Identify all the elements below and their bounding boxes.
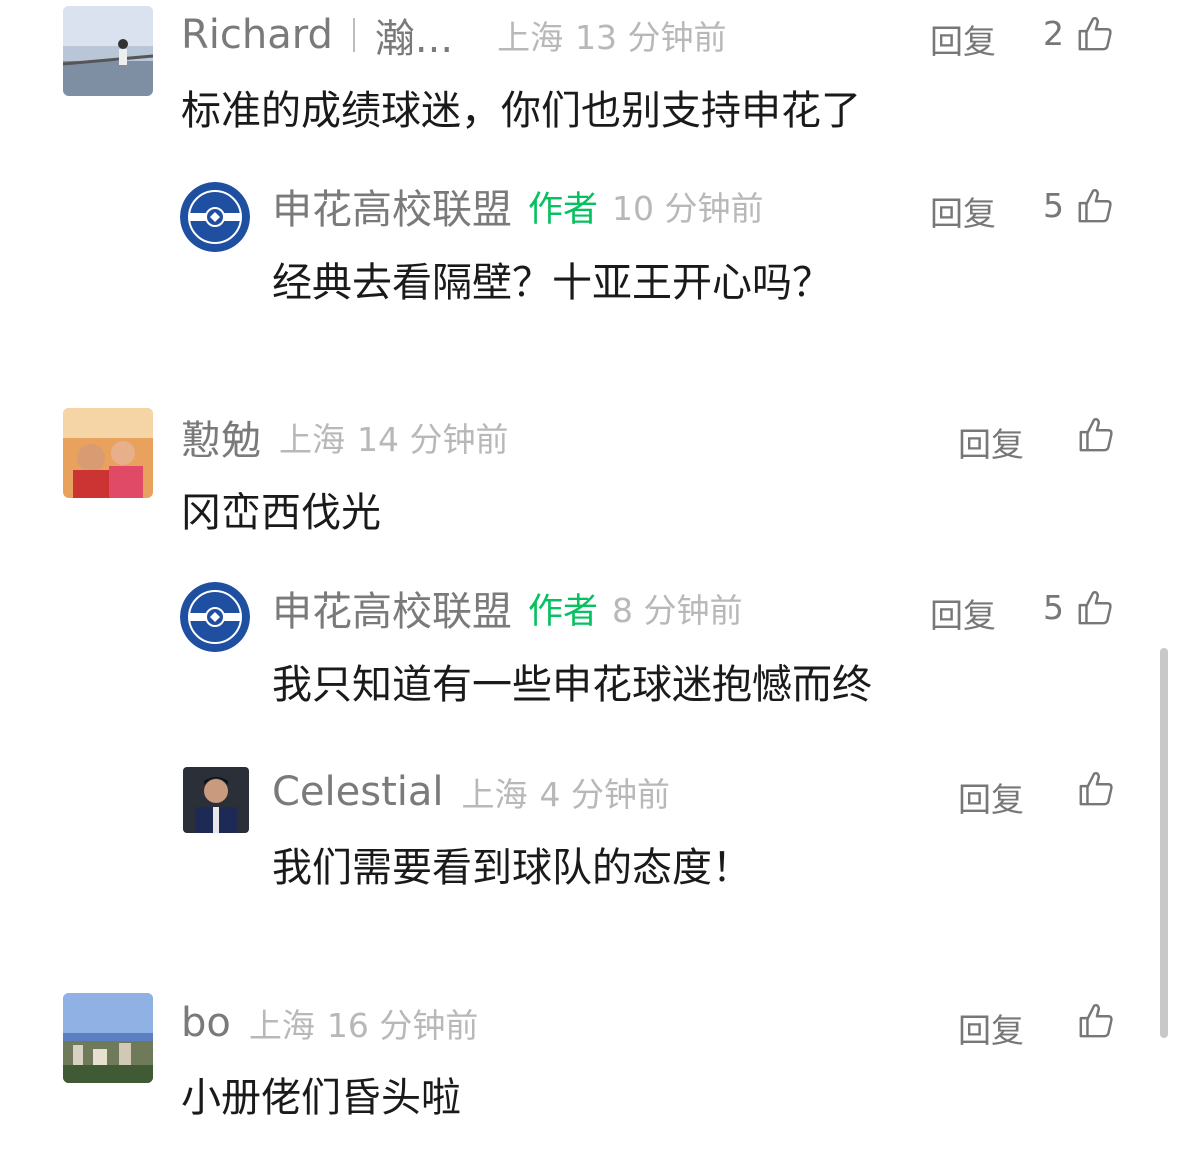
- location: 上海: [279, 420, 345, 459]
- thumbs-up-icon: [1077, 1002, 1115, 1040]
- avatar[interactable]: [63, 408, 153, 498]
- reply-button[interactable]: 回复: [930, 187, 996, 235]
- like-count: 5: [1043, 186, 1064, 225]
- username[interactable]: Richard: [181, 12, 333, 58]
- comment-text: 小册佬们昏头啦: [181, 1075, 461, 1121]
- reply-button[interactable]: 回复: [930, 589, 996, 637]
- timestamp: 10 分钟前: [612, 189, 764, 228]
- like-button[interactable]: [1077, 1002, 1115, 1040]
- reply-button[interactable]: 回复: [958, 773, 1024, 821]
- timestamp: 14 分钟前: [357, 420, 509, 459]
- like-count: 2: [1043, 14, 1064, 53]
- timestamp: 16 分钟前: [326, 1006, 479, 1045]
- divider: [352, 18, 355, 52]
- thumbs-up-icon: [1076, 589, 1114, 627]
- location: 上海: [461, 775, 528, 814]
- like-button[interactable]: 5: [1043, 186, 1114, 225]
- thumbs-up-icon: [1077, 770, 1115, 808]
- like-count: 5: [1043, 588, 1064, 627]
- reply-button[interactable]: 回复: [958, 418, 1024, 466]
- comment-text: 我们需要看到球队的态度！: [272, 845, 752, 891]
- like-button[interactable]: 2: [1043, 14, 1114, 53]
- thumbs-up-icon: [1077, 416, 1115, 454]
- timestamp: 13 分钟前: [575, 18, 727, 57]
- author-badge: 作者: [528, 591, 599, 632]
- reply-button[interactable]: 回复: [958, 1004, 1024, 1052]
- author-logo-avatar[interactable]: [180, 182, 250, 252]
- like-button[interactable]: [1077, 416, 1115, 454]
- username[interactable]: Celestial: [272, 769, 444, 815]
- avatar[interactable]: [63, 6, 153, 96]
- comment-text: 标准的成绩球迷，你们也别支持申花了: [181, 88, 861, 134]
- thumbs-up-icon: [1076, 15, 1114, 53]
- timestamp: 4 分钟前: [539, 775, 671, 814]
- location: 上海: [248, 1006, 315, 1045]
- comment-text: 冈峦西伐光: [181, 490, 381, 536]
- like-button[interactable]: 5: [1043, 588, 1114, 627]
- username[interactable]: bo: [181, 1000, 231, 1046]
- avatar[interactable]: [63, 993, 153, 1083]
- username[interactable]: 懃勉: [181, 408, 261, 466]
- username[interactable]: 申花高校联盟: [272, 177, 512, 235]
- avatar[interactable]: [183, 767, 249, 833]
- username-secondary[interactable]: 瀚...: [375, 6, 453, 64]
- location: 上海: [497, 18, 564, 57]
- like-button[interactable]: [1077, 770, 1115, 808]
- reply-button[interactable]: 回复: [930, 15, 996, 63]
- thumbs-up-icon: [1076, 187, 1114, 225]
- author-badge: 作者: [528, 189, 599, 230]
- scrollbar[interactable]: [1160, 648, 1168, 1038]
- username[interactable]: 申花高校联盟: [272, 579, 512, 637]
- comment-text: 我只知道有一些申花球迷抱憾而终: [272, 662, 872, 708]
- timestamp: 8 分钟前: [612, 591, 743, 630]
- author-logo-avatar[interactable]: [180, 582, 250, 652]
- comment-text: 经典去看隔壁？十亚王开心吗？: [272, 260, 832, 306]
